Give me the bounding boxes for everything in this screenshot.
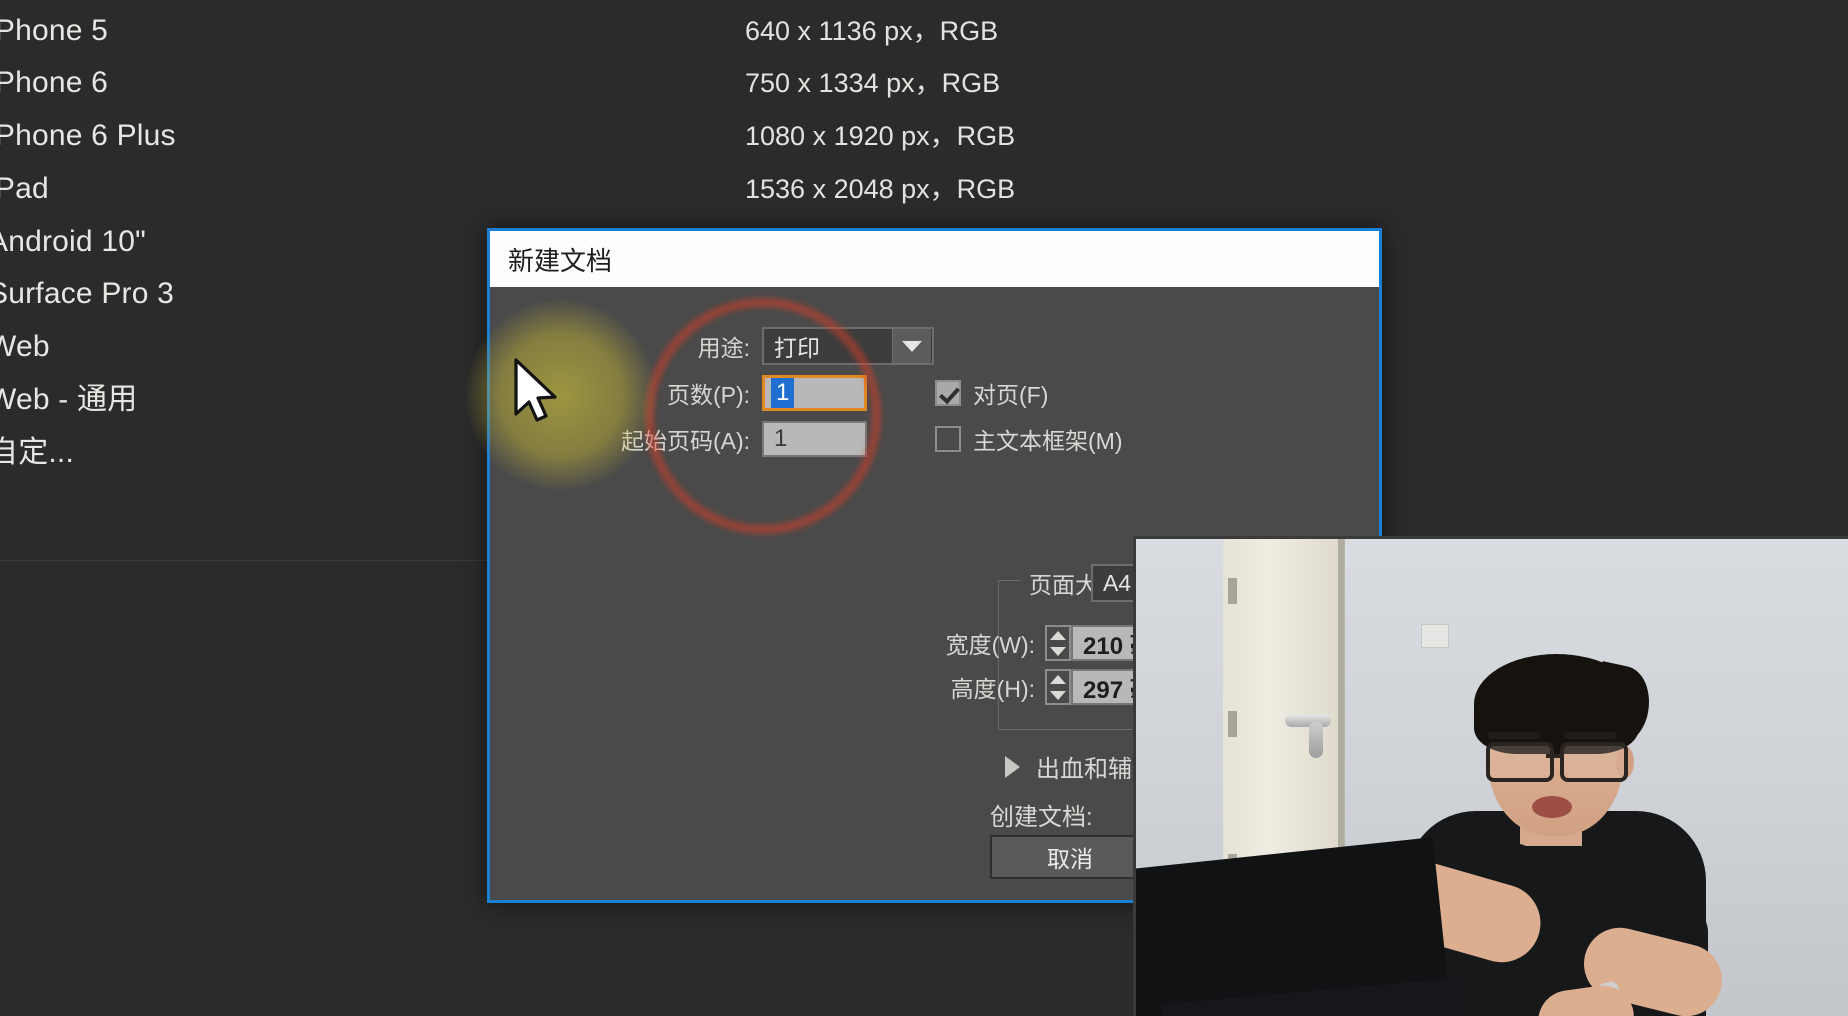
- preset-name: 自定...: [0, 436, 75, 469]
- height-row: 高度(H): 297 毫米: [490, 669, 1179, 705]
- cancel-button-label: 取消: [1047, 846, 1093, 872]
- start-page-input[interactable]: 1: [762, 421, 867, 457]
- master-text-frame-label: 主文本框架(M): [973, 428, 1123, 454]
- intent-dropdown[interactable]: 打印: [762, 327, 934, 365]
- application-screen: iPhone 5 640 x 1136 px，RGB iPhone 6 750 …: [0, 0, 1848, 1016]
- start-page-label: 起始页码(A):: [620, 428, 750, 454]
- checkbox-checked-icon[interactable]: [935, 380, 961, 406]
- presenter-webcam-overlay: [1133, 536, 1848, 1016]
- stepper-down-icon: [1050, 690, 1066, 700]
- start-page-row: 起始页码(A): 1 主文本框架(M): [490, 421, 1370, 457]
- stepper-down-icon: [1050, 646, 1066, 656]
- pages-input-value: 1: [771, 378, 795, 408]
- intent-label: 用途:: [697, 335, 750, 361]
- checkbox-unchecked-icon[interactable]: [935, 426, 961, 452]
- stepper-up-icon: [1050, 630, 1066, 640]
- chevron-down-icon[interactable]: [892, 329, 931, 363]
- master-text-frame-checkbox[interactable]: 主文本框架(M): [935, 422, 1122, 456]
- width-label: 宽度(W):: [945, 632, 1035, 658]
- intent-row: 用途: 打印: [490, 327, 1250, 365]
- height-stepper[interactable]: [1045, 669, 1071, 705]
- pages-row: 页数(P): 1 对页(F): [490, 375, 1350, 411]
- disclosure-triangle-icon[interactable]: [1005, 755, 1020, 778]
- create-document-label: 创建文档:: [990, 804, 1093, 831]
- stepper-up-icon: [1050, 674, 1066, 684]
- height-label: 高度(H):: [950, 676, 1035, 702]
- dialog-titlebar: 新建文档: [490, 231, 1379, 287]
- pages-input[interactable]: 1: [762, 375, 867, 411]
- cancel-button[interactable]: 取消: [990, 835, 1150, 879]
- start-page-input-value: 1: [774, 425, 788, 452]
- dialog-title: 新建文档: [508, 245, 613, 276]
- facing-pages-checkbox[interactable]: 对页(F): [935, 376, 1048, 410]
- pages-label: 页数(P):: [666, 382, 750, 408]
- facing-pages-label: 对页(F): [973, 382, 1049, 408]
- eyeglasses: [1486, 742, 1636, 782]
- intent-value: 打印: [774, 335, 820, 361]
- width-row: 宽度(W): 210 毫米: [490, 625, 1179, 661]
- width-stepper[interactable]: [1045, 625, 1071, 661]
